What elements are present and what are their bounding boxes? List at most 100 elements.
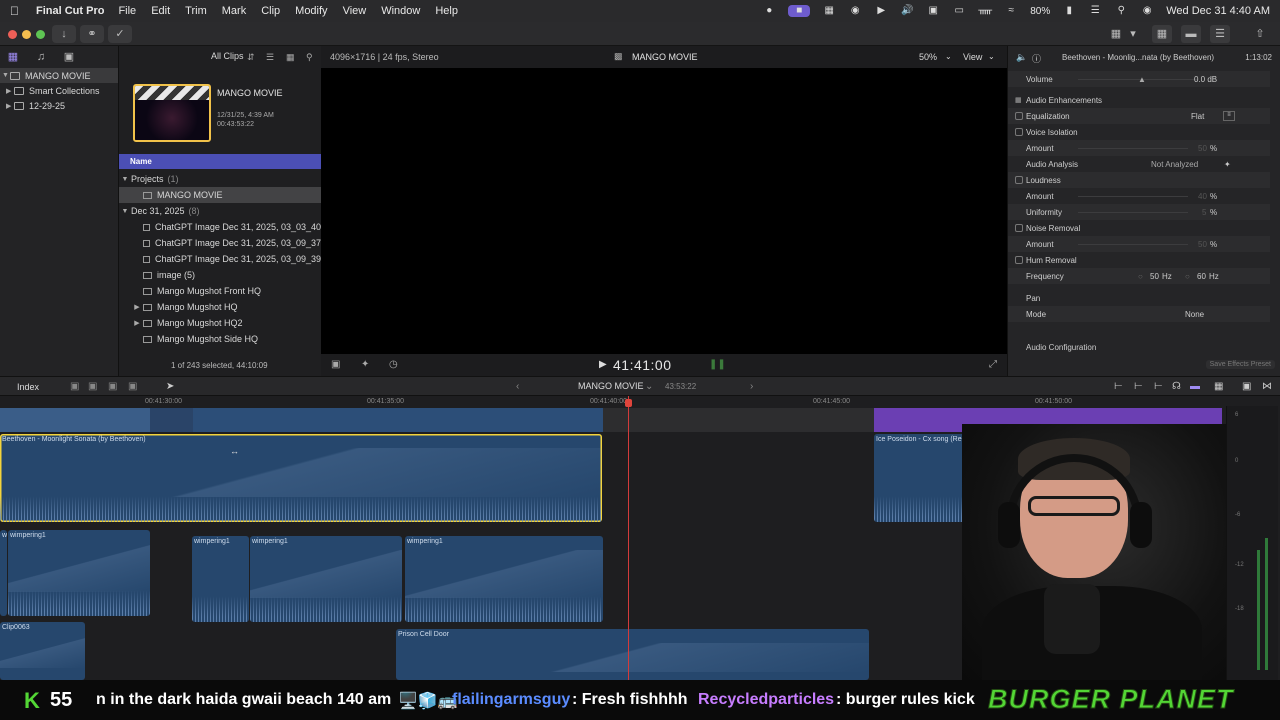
libraries-toggle-icon[interactable]: ▦: [1152, 25, 1172, 43]
select-tool-icon[interactable]: ➤: [166, 381, 174, 392]
audio-clip-prison-door[interactable]: Prison Cell Door: [396, 629, 869, 680]
disclosure-down-icon[interactable]: ▼: [119, 176, 131, 183]
project-thumbnail[interactable]: [133, 84, 211, 142]
list-group[interactable]: ▼ Dec 31, 2025 (8): [119, 203, 321, 219]
photos-icon[interactable]: ♫: [34, 51, 48, 63]
libraries-icon[interactable]: ▦: [6, 51, 20, 63]
equalization-checkbox[interactable]: [1015, 112, 1023, 120]
clip-filter-dropdown[interactable]: All Clips: [211, 51, 244, 61]
audio-clip-wimpering[interactable]: wimpering1: [192, 536, 249, 622]
snap-icon[interactable]: ⊢: [1154, 381, 1163, 392]
background-tasks-icon[interactable]: ✓: [108, 25, 132, 43]
audio-clip-wimpering[interactable]: wimpering1: [8, 530, 150, 616]
disclosure-down-icon[interactable]: ▼: [119, 208, 131, 215]
wifi-icon[interactable]: ≈: [1004, 5, 1018, 17]
video-clip[interactable]: [0, 408, 150, 432]
radio-icon[interactable]: ○: [1185, 272, 1190, 281]
screen-record-icon[interactable]: ■: [788, 5, 811, 17]
list-item[interactable]: image (5): [119, 267, 321, 283]
menu-mark[interactable]: Mark: [222, 5, 246, 17]
chevron-right-icon[interactable]: ›: [750, 381, 753, 392]
siri-icon[interactable]: ◉: [1140, 5, 1154, 17]
equalization-dropdown[interactable]: Flat: [1191, 112, 1204, 121]
timeline-ruler[interactable]: 00:41:30:00 00:41:35:00 00:41:40:00 00:4…: [0, 396, 1230, 408]
titles-icon[interactable]: ▣: [62, 51, 76, 63]
library-item[interactable]: ▶ 12-29-25: [0, 98, 118, 113]
magic-wand-icon[interactable]: ✦: [1224, 160, 1231, 169]
freq-60-value[interactable]: 60: [1197, 272, 1206, 281]
close-window-button[interactable]: [8, 30, 17, 39]
zoom-out-icon[interactable]: ⊢: [1114, 381, 1123, 392]
volume-fade[interactable]: [0, 448, 602, 498]
apple-icon[interactable]: : [10, 4, 24, 18]
audio-clip-beethoven[interactable]: Beethoven - Moonlight Sonata (by Beethov…: [0, 434, 602, 522]
menu-view[interactable]: View: [343, 5, 367, 17]
audio-clip-wimpering[interactable]: wimpering1: [250, 536, 402, 622]
uniformity-slider[interactable]: [1078, 212, 1188, 213]
zoom-window-button[interactable]: [36, 30, 45, 39]
audio-inspector-icon[interactable]: 🔈: [1016, 52, 1027, 63]
loudness-amount-slider[interactable]: [1078, 196, 1188, 197]
list-item[interactable]: ChatGPT Image Dec 31, 2025, 03_09_39: [119, 251, 321, 267]
play-icon[interactable]: ▶: [874, 5, 888, 17]
loudness-amount-value[interactable]: 40: [1198, 192, 1207, 201]
menu-modify[interactable]: Modify: [295, 5, 327, 17]
audio-clip-wimpering[interactable]: wimpering1: [405, 536, 603, 622]
menubar-clock[interactable]: Wed Dec 31 4:40 AM: [1166, 5, 1270, 17]
transform-icon[interactable]: ▣: [331, 359, 340, 370]
timecode-display[interactable]: 41:41:00: [613, 357, 672, 373]
app-menu[interactable]: Final Cut Pro: [36, 5, 104, 17]
list-item[interactable]: ChatGPT Image Dec 31, 2025, 03_03_40: [119, 219, 321, 235]
append-icon[interactable]: ▣: [108, 381, 117, 392]
keyword-icon[interactable]: ⚭: [80, 25, 104, 43]
list-item[interactable]: Mango Mugshot Side HQ: [119, 331, 321, 347]
view-dropdown[interactable]: View: [963, 52, 982, 62]
noise-amount-slider[interactable]: [1078, 244, 1188, 245]
chevron-updown-icon[interactable]: ⇵: [247, 52, 257, 62]
transitions-icon[interactable]: ⋈: [1262, 381, 1272, 392]
gap-clip[interactable]: [603, 408, 874, 432]
video-clip[interactable]: [193, 408, 603, 432]
loudness-checkbox[interactable]: [1015, 176, 1023, 184]
import-icon[interactable]: ↓: [52, 25, 76, 43]
voice-amount-slider[interactable]: [1078, 148, 1188, 149]
index-button[interactable]: Index: [17, 382, 39, 392]
obs-icon[interactable]: ●: [762, 5, 776, 17]
share-icon[interactable]: ⇧: [1252, 25, 1268, 43]
library-item[interactable]: ▶ Smart Collections: [0, 83, 118, 98]
name-column-header[interactable]: Name: [119, 154, 321, 169]
playhead-handle[interactable]: [625, 399, 632, 407]
fullscreen-icon[interactable]: ⤢: [989, 359, 997, 370]
bluetooth-icon[interactable]: ᚅ: [978, 5, 992, 17]
chevron-down-icon[interactable]: ⌄: [945, 52, 952, 61]
menu-trim[interactable]: Trim: [185, 5, 207, 17]
freq-50-value[interactable]: 50: [1150, 272, 1159, 281]
hum-removal-checkbox[interactable]: [1015, 256, 1023, 264]
inspector-toggle-icon[interactable]: ☰: [1210, 25, 1230, 43]
play-button[interactable]: ▶: [599, 359, 607, 370]
list-item[interactable]: ChatGPT Image Dec 31, 2025, 03_09_37: [119, 235, 321, 251]
video-clip[interactable]: [150, 408, 193, 432]
workspace-dropdown-icon[interactable]: ▾: [1126, 25, 1140, 43]
volume-value[interactable]: 0.0 dB: [1194, 75, 1217, 84]
noise-amount-value[interactable]: 50: [1198, 240, 1207, 249]
save-effects-preset-button[interactable]: Save Effects Preset: [1205, 360, 1275, 369]
disclosure-right-icon[interactable]: ▶: [6, 87, 14, 95]
list-group[interactable]: ▼ Projects (1): [119, 171, 321, 187]
timeline-toggle-icon[interactable]: ▬: [1181, 25, 1201, 43]
search-icon[interactable]: ⚲: [306, 52, 316, 62]
chevron-down-icon[interactable]: ⌄: [645, 381, 653, 392]
menu-window[interactable]: Window: [381, 5, 420, 17]
clip-appearance-icon[interactable]: ▦: [286, 52, 296, 62]
headphones-icon[interactable]: ☊: [1172, 381, 1181, 392]
menu-help[interactable]: Help: [435, 5, 458, 17]
disclosure-down-icon[interactable]: ▼: [2, 72, 10, 79]
browser-toggle-icon[interactable]: ▦: [1108, 25, 1124, 43]
menu-clip[interactable]: Clip: [261, 5, 280, 17]
list-item[interactable]: MANGO MOVIE: [119, 187, 321, 203]
disclosure-right-icon[interactable]: ▶: [131, 303, 143, 311]
voice-amount-value[interactable]: 50: [1198, 144, 1207, 153]
mode-dropdown[interactable]: None: [1185, 310, 1204, 319]
control-center-icon[interactable]: ☰: [1088, 5, 1102, 17]
connect-icon[interactable]: ▣: [70, 381, 79, 392]
